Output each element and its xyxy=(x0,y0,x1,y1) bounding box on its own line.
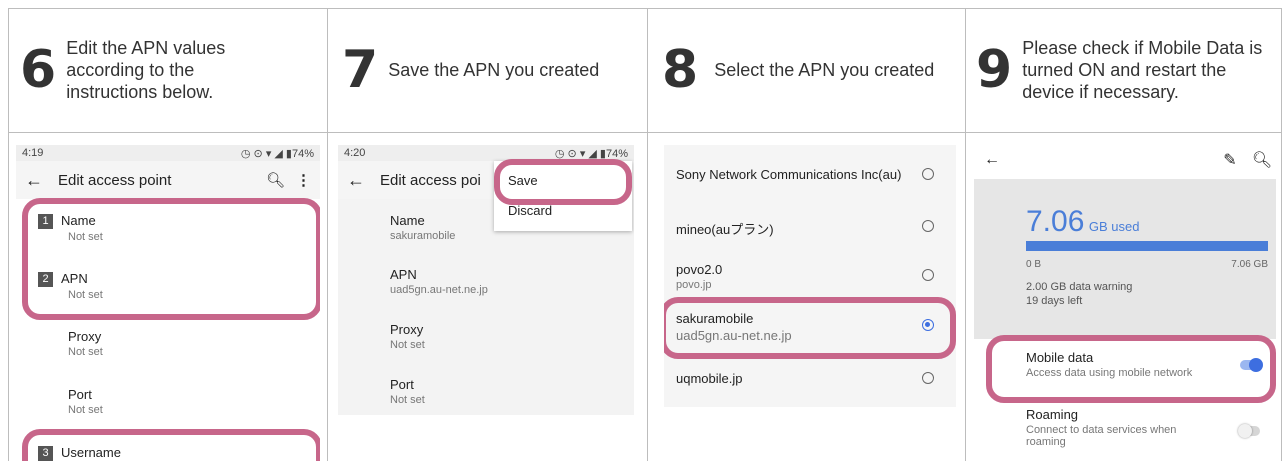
field-value: Not set xyxy=(390,394,425,406)
apn-name: uqmobile.jp xyxy=(676,371,743,386)
field-value: uad5gn.au-net.ne.jp xyxy=(390,284,488,296)
search-icon[interactable]: 🔍︎ xyxy=(266,171,296,189)
step-number: 6 xyxy=(20,40,57,100)
apn-radio[interactable] xyxy=(922,168,934,180)
apn-name: mineo(auプラン) xyxy=(676,222,774,237)
bar-min-label: 0 B xyxy=(1026,259,1042,270)
field-value: sakuramobile xyxy=(390,230,456,242)
field-label: APN xyxy=(390,267,417,282)
app-bar: ← ✎ 🔍︎ xyxy=(974,145,1276,175)
search-icon[interactable]: 🔍︎ xyxy=(1248,150,1276,170)
field-proxy[interactable]: Proxy Not set xyxy=(68,329,320,358)
field-proxy[interactable]: Proxy Not set xyxy=(390,322,634,351)
step-7-header: 7 Save the APN you created xyxy=(342,8,642,132)
step-number: 8 xyxy=(662,40,699,100)
setting-label: Roaming xyxy=(1026,407,1079,422)
step-9-header: 9 Please check if Mobile Data is turned … xyxy=(976,8,1280,132)
highlight-selected-apn xyxy=(664,297,956,359)
apn-detail: povo.jp xyxy=(676,279,712,291)
field-label: Port xyxy=(68,387,92,402)
field-apn[interactable]: APN uad5gn.au-net.ne.jp xyxy=(390,267,634,296)
back-arrow-icon[interactable]: ← xyxy=(16,170,52,191)
toggle-knob xyxy=(1238,424,1252,438)
apn-radio[interactable] xyxy=(922,220,934,232)
highlight-mobile-data xyxy=(986,335,1276,403)
bar-max-label: 7.06 GB xyxy=(1231,259,1268,270)
apn-name: povo2.0 xyxy=(676,262,723,277)
usage-card: 7.06 GB used 0 B 7.06 GB 2.00 GB data wa… xyxy=(974,179,1276,339)
used-unit: GB used xyxy=(1088,219,1140,234)
setting-desc: Connect to data services when roaming xyxy=(1026,424,1177,448)
highlight-username xyxy=(22,429,320,461)
usage-bar-fill xyxy=(1026,241,1268,251)
more-vert-icon[interactable]: ⋮ xyxy=(296,171,320,189)
highlight-save xyxy=(494,159,632,205)
step-text: Select the APN you created xyxy=(714,60,935,80)
screen-mobile-data: ← ✎ 🔍︎ 7.06 GB used 0 B 7.06 GB 2.00 GB … xyxy=(974,145,1276,461)
field-value: Not set xyxy=(68,346,103,358)
data-warning: 2.00 GB data warning xyxy=(1026,281,1133,293)
apn-item[interactable]: povo2.0 povo.jp xyxy=(676,262,956,291)
edit-icon[interactable]: ✎ xyxy=(1212,150,1248,170)
menu-item-discard[interactable]: Discard xyxy=(508,203,552,218)
apn-radio[interactable] xyxy=(922,372,934,384)
field-label: Proxy xyxy=(390,322,424,337)
step-number: 7 xyxy=(342,40,379,100)
screen-edit-apn: 4:19 ◷ ⊙ ▾ ◢ ▮74% ← Edit access point 🔍︎… xyxy=(16,145,320,461)
status-bar: 4:19 ◷ ⊙ ▾ ◢ ▮74% xyxy=(16,145,320,161)
apn-item[interactable]: uqmobile.jp xyxy=(676,371,956,386)
field-port[interactable]: Port Not set xyxy=(390,377,634,406)
app-bar-title: Edit access point xyxy=(58,171,172,189)
field-value: Not set xyxy=(68,404,103,416)
step-text: Edit the APN values according to the ins… xyxy=(66,38,226,102)
screen-save-apn: 4:20 ◷ ⊙ ▾ ◢ ▮74% ← Edit access poi Name… xyxy=(338,145,634,415)
apn-item[interactable]: mineo(auプラン) xyxy=(676,219,956,238)
field-port[interactable]: Port Not set xyxy=(68,387,320,416)
field-value: Not set xyxy=(390,339,425,351)
field-label: Proxy xyxy=(68,329,102,344)
step-number: 9 xyxy=(976,40,1013,100)
status-icons: ◷ ⊙ ▾ ◢ ▮74% xyxy=(240,147,314,160)
apn-name: Sony Network Communications Inc(au) xyxy=(676,167,902,182)
step-6-header: 6 Edit the APN values according to the i… xyxy=(20,8,320,132)
used-value: 7.06 xyxy=(1026,205,1085,238)
apn-item[interactable]: Sony Network Communications Inc(au) xyxy=(676,167,956,182)
usage-bar-track xyxy=(1026,241,1268,251)
header-divider xyxy=(8,132,1282,133)
status-time: 4:19 xyxy=(22,147,44,159)
usage-summary: 7.06 GB used xyxy=(1026,205,1139,239)
back-arrow-icon[interactable]: ← xyxy=(338,170,374,191)
status-time: 4:20 xyxy=(344,147,366,159)
days-left: 19 days left xyxy=(1026,295,1083,307)
apn-radio[interactable] xyxy=(922,269,934,281)
highlight-name-apn xyxy=(22,198,320,320)
back-arrow-icon[interactable]: ← xyxy=(974,151,1010,169)
step-text: Save the APN you created xyxy=(388,60,600,80)
field-label: Port xyxy=(390,377,414,392)
roaming-toggle[interactable] xyxy=(1238,424,1260,438)
step-text: Please check if Mobile Data is turned ON… xyxy=(1022,38,1263,102)
screen-select-apn: Sony Network Communications Inc(au) mine… xyxy=(664,145,956,407)
step-8-header: 8 Select the APN you created xyxy=(662,8,962,132)
status-icons: ◷ ⊙ ▾ ◢ ▮74% xyxy=(554,147,628,160)
app-bar: ← Edit access point 🔍︎ ⋮ xyxy=(16,161,320,199)
